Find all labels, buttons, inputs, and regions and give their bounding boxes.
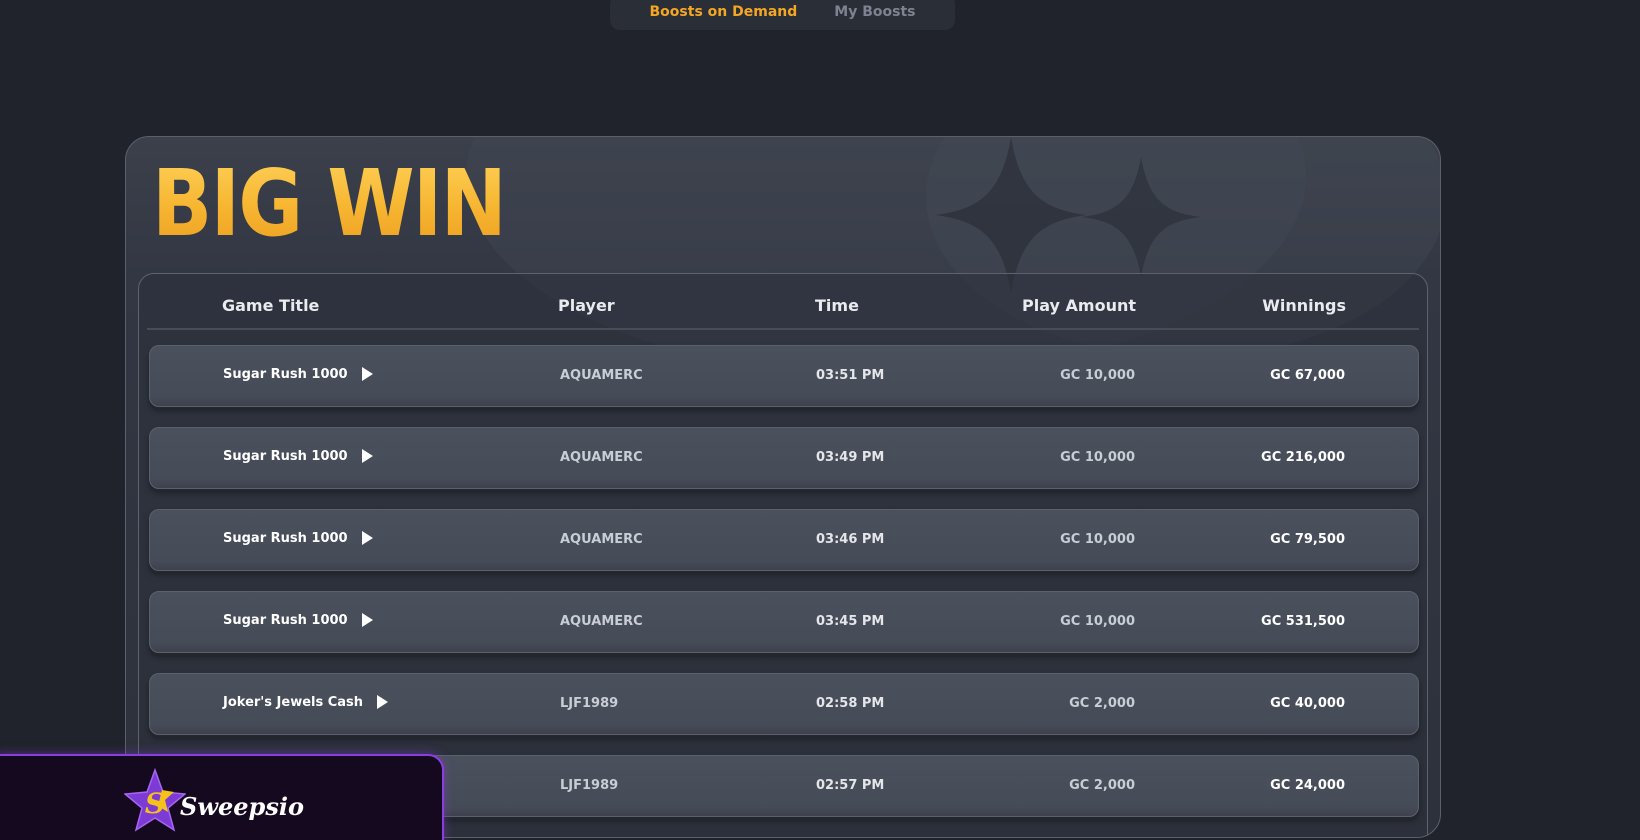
brand-name: Sweepsio xyxy=(180,792,304,821)
game-cell[interactable]: Sugar Rush 1000 xyxy=(223,612,374,628)
play-amount-cell: GC 10,000 xyxy=(1060,614,1135,629)
table-row[interactable]: Joker's Jewels Cash LJF1989 02:58 PM GC … xyxy=(149,673,1419,735)
game-cell[interactable]: Sugar Rush 1000 xyxy=(223,530,374,546)
game-cell[interactable]: Sugar Rush 1000 xyxy=(223,366,374,382)
play-icon[interactable] xyxy=(360,366,374,382)
play-icon[interactable] xyxy=(375,694,389,710)
page: Boosts on Demand My Boosts BIG WIN Game … xyxy=(0,0,1640,840)
time-cell: 02:57 PM xyxy=(816,778,885,793)
game-title: Sugar Rush 1000 xyxy=(223,612,348,628)
player-cell: LJF1989 xyxy=(560,696,619,711)
play-icon[interactable] xyxy=(360,530,374,546)
boost-tabs: Boosts on Demand My Boosts xyxy=(610,0,955,30)
column-play-amount: Play Amount xyxy=(1022,296,1136,315)
star-s-logo-icon: S xyxy=(124,768,186,832)
play-amount-cell: GC 10,000 xyxy=(1060,450,1135,465)
player-cell: LJF1989 xyxy=(560,778,619,793)
tab-boosts-on-demand[interactable]: Boosts on Demand xyxy=(650,4,798,20)
game-cell[interactable]: Joker's Jewels Cash xyxy=(223,694,389,710)
game-cell[interactable]: Sugar Rush 1000 xyxy=(223,448,374,464)
play-amount-cell: GC 2,000 xyxy=(1069,696,1135,711)
big-win-panel: BIG WIN Game Title Player Time Play Amou… xyxy=(125,136,1441,838)
table-row[interactable]: Sugar Rush 1000 AQUAMERC 03:51 PM GC 10,… xyxy=(149,345,1419,407)
game-title: Sugar Rush 1000 xyxy=(223,530,348,546)
winnings-cell: GC 79,500 xyxy=(1270,532,1345,547)
game-title: Sugar Rush 1000 xyxy=(223,448,348,464)
time-cell: 02:58 PM xyxy=(816,696,885,711)
winnings-cell: GC 24,000 xyxy=(1270,778,1345,793)
game-title: Joker's Jewels Cash xyxy=(223,694,364,710)
play-icon[interactable] xyxy=(360,448,374,464)
play-amount-cell: GC 10,000 xyxy=(1060,368,1135,383)
tab-my-boosts[interactable]: My Boosts xyxy=(834,4,915,20)
time-cell: 03:45 PM xyxy=(816,614,885,629)
player-cell: AQUAMERC xyxy=(560,450,643,465)
column-game-title: Game Title xyxy=(222,296,320,315)
table-row[interactable]: Sugar Rush 1000 AQUAMERC 03:45 PM GC 10,… xyxy=(149,591,1419,653)
winnings-cell: GC 40,000 xyxy=(1270,696,1345,711)
column-winnings: Winnings xyxy=(1262,296,1346,315)
table-row[interactable]: Sugar Rush 1000 AQUAMERC 03:46 PM GC 10,… xyxy=(149,509,1419,571)
winnings-cell: GC 216,000 xyxy=(1261,450,1345,465)
table-header: Game Title Player Time Play Amount Winni… xyxy=(147,274,1419,330)
play-icon[interactable] xyxy=(360,612,374,628)
play-amount-cell: GC 10,000 xyxy=(1060,532,1135,547)
time-cell: 03:46 PM xyxy=(816,532,885,547)
play-amount-cell: GC 2,000 xyxy=(1069,778,1135,793)
game-title: Sugar Rush 1000 xyxy=(223,366,348,382)
big-win-title: BIG WIN xyxy=(152,150,507,257)
brand-badge: S Sweepsio xyxy=(0,754,444,840)
column-player: Player xyxy=(558,296,615,315)
time-cell: 03:51 PM xyxy=(816,368,885,383)
player-cell: AQUAMERC xyxy=(560,614,643,629)
table-row[interactable]: Sugar Rush 1000 AQUAMERC 03:49 PM GC 10,… xyxy=(149,427,1419,489)
time-cell: 03:49 PM xyxy=(816,450,885,465)
player-cell: AQUAMERC xyxy=(560,532,643,547)
player-cell: AQUAMERC xyxy=(560,368,643,383)
column-time: Time xyxy=(815,296,859,315)
winnings-cell: GC 531,500 xyxy=(1261,614,1345,629)
winnings-cell: GC 67,000 xyxy=(1270,368,1345,383)
svg-text:S: S xyxy=(145,787,165,820)
